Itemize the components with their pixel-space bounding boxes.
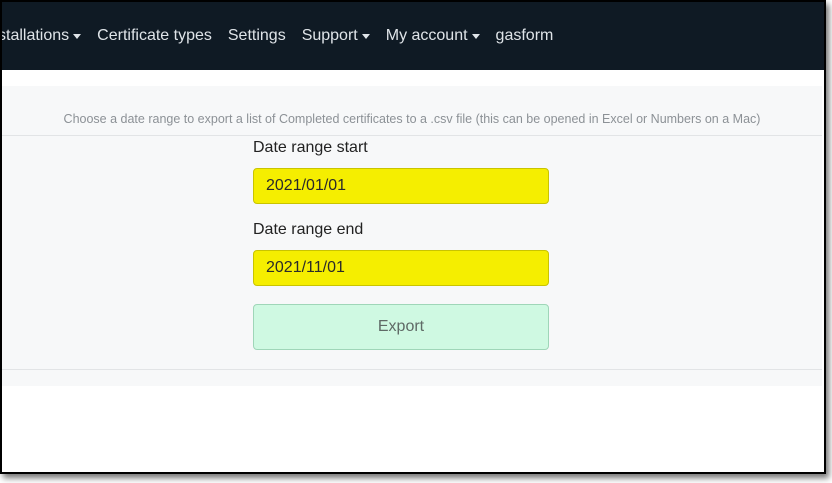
nav-item-label: stallations [0, 27, 70, 44]
end-date-label: Date range end [253, 221, 364, 238]
window-frame: stallations Certificate types Settings S… [0, 0, 826, 474]
nav-item-label: gasform [495, 27, 554, 44]
nav-item-gasform[interactable]: gasform [496, 27, 554, 45]
caret-down-icon [73, 34, 82, 39]
nav-item-certificate-types[interactable]: Certificate types [97, 27, 212, 45]
caret-down-icon [361, 34, 370, 39]
nav-item-label: Support [301, 27, 358, 44]
export-button[interactable]: Export [253, 304, 549, 350]
export-form: Date range start Date range end Export [253, 136, 549, 350]
nav-item-my-account[interactable]: My account [386, 27, 480, 45]
nav-item-label: Certificate types [97, 27, 212, 44]
start-date-label: Date range start [253, 139, 368, 156]
nav-item-support[interactable]: Support [302, 27, 370, 45]
nav-item-installations[interactable]: stallations [0, 27, 82, 45]
instructions-text: Choose a date range to export a list of … [63, 112, 761, 126]
nav-menu: stallations Certificate types Settings S… [0, 2, 569, 70]
export-instructions: Choose a date range to export a list of … [2, 86, 822, 136]
top-navbar: stallations Certificate types Settings S… [2, 2, 824, 70]
end-date-input[interactable] [253, 250, 549, 286]
nav-item-settings[interactable]: Settings [228, 27, 286, 45]
nav-item-label: Settings [227, 27, 286, 44]
nav-item-label: My account [385, 27, 468, 44]
start-date-input[interactable] [253, 168, 549, 204]
caret-down-icon [471, 34, 480, 39]
panel-divider [2, 369, 822, 370]
